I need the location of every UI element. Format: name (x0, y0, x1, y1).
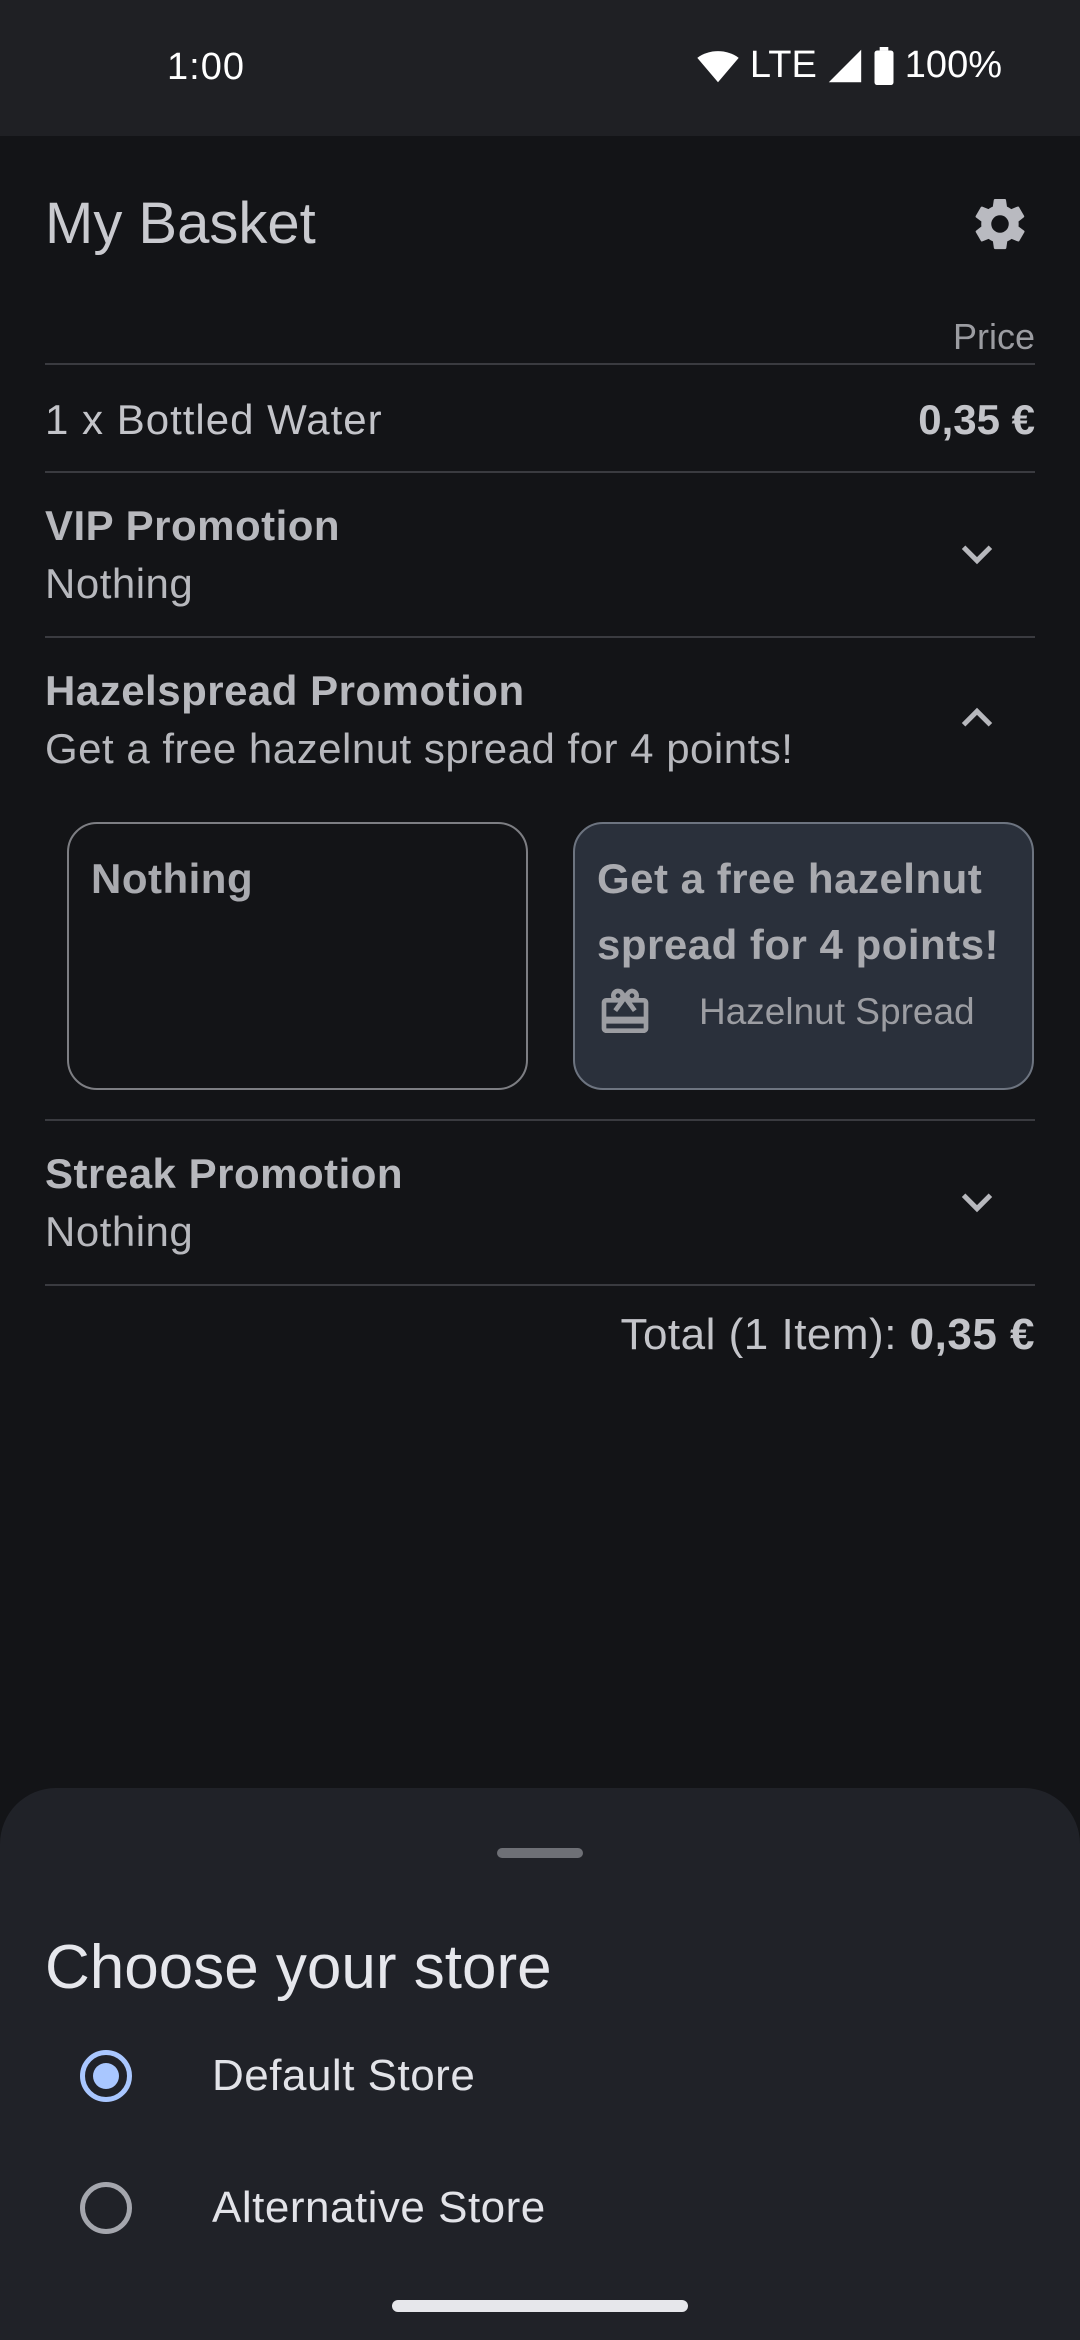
gift-icon (601, 988, 649, 1033)
basket-item-price: 0,35 € (918, 396, 1035, 443)
gesture-nav-bar[interactable] (392, 2300, 688, 2312)
store-bottom-sheet: Choose your store Default Store Alternat… (0, 1788, 1080, 2340)
battery-icon (874, 46, 894, 85)
divider (45, 1119, 1035, 1121)
option-title: Get a free hazelnut spread for 4 points! (597, 855, 1000, 968)
option-reward: Hazelnut Spread (597, 984, 1010, 1040)
store-option-default[interactable]: Default Store (80, 2050, 475, 2102)
gear-icon[interactable] (970, 194, 1030, 254)
network-type: LTE (749, 44, 817, 86)
option-title: Nothing (91, 855, 254, 902)
status-bar: 1:00 LTE 100% (0, 0, 1080, 136)
basket-screen: My Basket Price 1 x Bottled Water 0,35 €… (0, 136, 1080, 1788)
chevron-down-icon[interactable] (954, 1178, 1000, 1224)
total-value: 0,35 € (909, 1310, 1035, 1359)
divider (45, 363, 1035, 365)
radio-button-selected[interactable] (80, 2050, 132, 2102)
promotion-selection: Get a free hazelnut spread for 4 points! (45, 725, 794, 772)
promotion-title: Streak Promotion (45, 1150, 404, 1197)
total-label: Total (1 Item): (620, 1310, 897, 1359)
wifi-icon (697, 50, 739, 82)
basket-total: Total (1 Item): 0,35 € (620, 1310, 1035, 1360)
promotion-selection: Nothing (45, 560, 194, 607)
radio-button[interactable] (80, 2182, 132, 2234)
promotion-option-nothing[interactable]: Nothing (67, 822, 528, 1090)
promotion-title: VIP Promotion (45, 502, 341, 549)
promotion-selection: Nothing (45, 1208, 194, 1255)
status-time: 1:00 (167, 46, 245, 88)
signal-icon (828, 49, 861, 82)
divider (45, 636, 1035, 638)
store-option-label: Alternative Store (212, 2183, 546, 2232)
chevron-up-icon[interactable] (954, 696, 1000, 742)
divider (45, 1284, 1035, 1286)
chevron-down-icon[interactable] (954, 530, 1000, 576)
store-option-alternative[interactable]: Alternative Store (80, 2182, 546, 2234)
reward-label: Hazelnut Spread (699, 991, 975, 1032)
status-icons: LTE 100% (696, 44, 1002, 87)
divider (45, 471, 1035, 473)
price-column-label: Price (952, 316, 1035, 357)
promotion-option-hazelnut[interactable]: Get a free hazelnut spread for 4 points!… (573, 822, 1034, 1090)
page-title: My Basket (45, 191, 316, 256)
promotion-title: Hazelspread Promotion (45, 667, 525, 714)
sheet-drag-handle[interactable] (497, 1848, 583, 1858)
battery-percent: 100% (904, 44, 1002, 86)
store-option-label: Default Store (212, 2051, 476, 2100)
sheet-title: Choose your store (45, 1933, 552, 2002)
basket-item-label: 1 x Bottled Water (45, 396, 383, 443)
